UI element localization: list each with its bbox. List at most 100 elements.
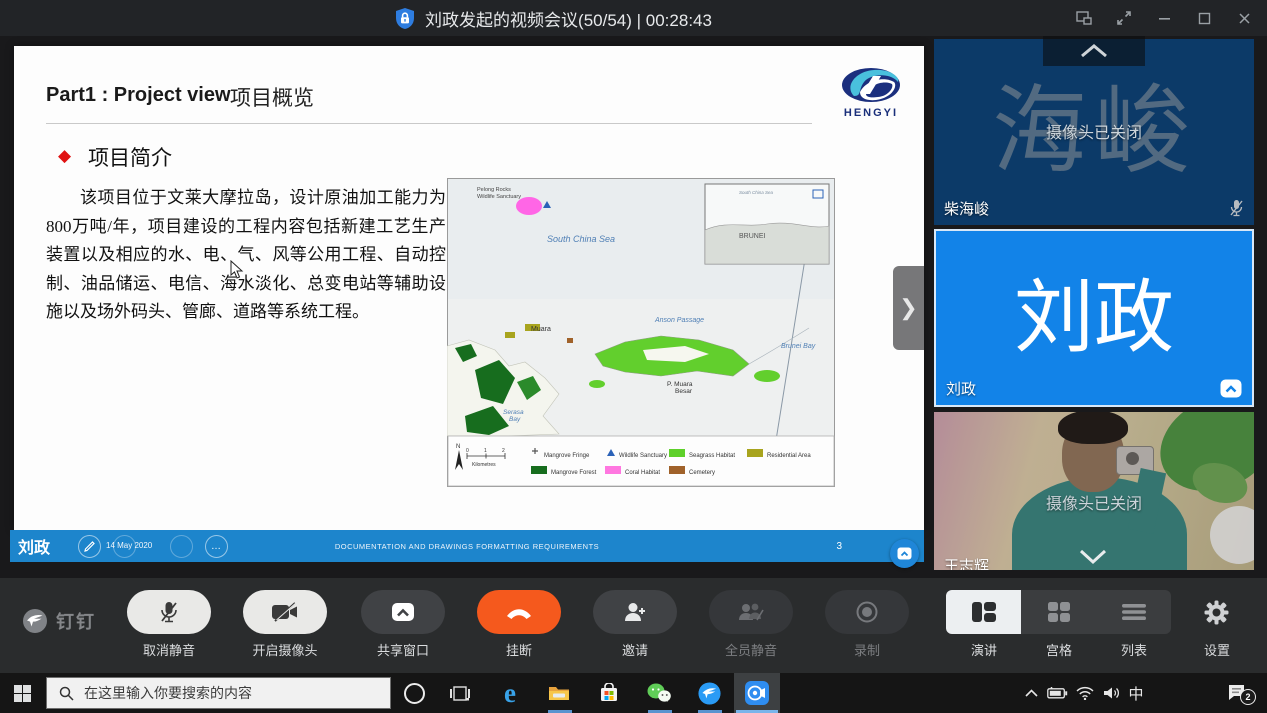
view-grid-button[interactable] (1021, 590, 1096, 634)
ime-indicator[interactable]: 中 (1122, 673, 1150, 713)
presentation-footer: 刘政 14 May 2020 … DOCUMENTATION AND DRAWI… (10, 530, 924, 562)
battery-icon (1047, 687, 1068, 699)
map-label-serasa-2: Bay (509, 416, 521, 423)
minimize-icon[interactable] (1153, 7, 1175, 29)
edge-browser-button[interactable]: e (488, 673, 532, 713)
hangup-button[interactable] (477, 590, 561, 634)
taskbar-search-box[interactable]: 在这里输入你要搜索的内容 (46, 677, 391, 709)
dingtalk-app-button[interactable] (687, 673, 731, 713)
meeting-app-button[interactable] (734, 673, 780, 713)
hengyi-logo: HENGYI (836, 66, 906, 119)
share-window-button[interactable] (361, 590, 445, 634)
unmute-button[interactable] (127, 590, 211, 634)
file-explorer-button[interactable] (537, 673, 581, 713)
map-label-south-china-sea: South China Sea (547, 234, 615, 244)
participant-name: 刘政 (946, 378, 976, 399)
wechat-icon (647, 683, 671, 703)
map-label-brunei-bay: Brunei Bay (781, 343, 816, 350)
grid-view-icon (1047, 601, 1071, 623)
folder-icon (548, 684, 570, 702)
brunei-map: Pelong Rocks Wildlife Sanctuary South Ch… (447, 178, 835, 487)
titlebar: 刘政发起的视频会议(50/54) | 00:28:43 (0, 0, 1267, 36)
mic-muted-icon (1229, 199, 1244, 217)
fullscreen-icon[interactable] (1113, 7, 1135, 29)
view-list-button[interactable] (1096, 590, 1171, 634)
wechat-button[interactable] (637, 673, 681, 713)
slide-title-en: Part1 : Project view (46, 84, 231, 107)
store-icon (599, 683, 619, 703)
settings-label: 设置 (1157, 640, 1267, 659)
start-button[interactable] (0, 673, 44, 713)
map-inset-country-label: BRUNEI (739, 233, 766, 240)
legend-label: Residential Area (767, 453, 811, 459)
invite-label: 邀请 (575, 640, 695, 659)
ms-store-button[interactable] (587, 673, 631, 713)
participant-tile-wangzhihui[interactable]: 摄像头已关闭 王志辉 (934, 412, 1254, 570)
camera-off-status: 摄像头已关闭 (934, 490, 1254, 514)
camera-off-status: 摄像头已关闭 (934, 119, 1254, 143)
map-label-pelong-1: Pelong Rocks (477, 187, 511, 193)
secure-lock-icon (395, 7, 415, 30)
scroll-up-button[interactable] (1043, 36, 1145, 66)
hengyi-logo-icon (840, 66, 902, 104)
meeting-window: 刘政发起的视频会议(50/54) | 00:28:43 Part1 : Proj… (0, 0, 1267, 713)
hangup-phone-icon (505, 606, 533, 619)
scale-tick: 1 (484, 448, 487, 454)
mute-all-button[interactable] (709, 590, 793, 634)
mic-slash-icon (159, 600, 179, 624)
share-indicator-button[interactable] (890, 539, 919, 568)
scroll-down-icon[interactable] (1064, 546, 1122, 568)
action-center-button[interactable]: 2 (1218, 673, 1258, 713)
task-view-icon (450, 685, 470, 702)
cortana-icon (404, 683, 425, 704)
cortana-button[interactable] (392, 673, 436, 713)
next-slide-button[interactable]: ❯ (893, 266, 924, 350)
search-placeholder-text: 在这里输入你要搜索的内容 (84, 683, 252, 703)
chevron-up-icon (1025, 689, 1038, 697)
dingtalk-app-icon (698, 682, 721, 705)
speaker-icon (1103, 686, 1120, 700)
mute-all-label: 全员静音 (691, 640, 811, 659)
close-icon[interactable] (1233, 7, 1255, 29)
task-view-button[interactable] (438, 673, 482, 713)
screen-sharing-icon (1220, 379, 1242, 398)
bullet-diamond-icon: ◆ (58, 146, 71, 166)
invite-button[interactable] (593, 590, 677, 634)
scale-unit: Kilometres (472, 462, 496, 468)
pip-mode-icon[interactable] (1073, 7, 1095, 29)
slide-title-divider (46, 123, 812, 124)
legend-label: Coral Habitat (625, 470, 660, 476)
shared-slide: Part1 : Project view 项目概览 ◆ 项目简介 该项目位于文莱… (14, 46, 924, 530)
camera-on-button[interactable] (243, 590, 327, 634)
speaker-view-icon (971, 601, 997, 623)
share-window-label: 共享窗口 (343, 640, 463, 659)
meeting-app-icon (744, 680, 770, 706)
maximize-icon[interactable] (1193, 7, 1215, 29)
dingtalk-logo-icon (22, 608, 48, 634)
map-label-muara: Muara (531, 326, 551, 333)
unmute-label: 取消静音 (109, 640, 229, 659)
camera-slash-icon (271, 602, 299, 622)
view-speaker-button[interactable] (946, 590, 1021, 634)
record-label: 录制 (807, 640, 927, 659)
gear-icon (1204, 600, 1229, 625)
dingtalk-logo: 钉钉 (22, 608, 96, 634)
meeting-toolbar: 钉钉 取消静音 开启摄像头 (0, 578, 1267, 673)
slide-body-text: 该项目位于文莱大摩拉岛，设计原油加工能力为800万吨/年，项目建设的工程内容包括… (46, 184, 446, 327)
battery-status-icon[interactable] (1042, 673, 1072, 713)
participant-tile-chaihaijun[interactable]: 海峻 摄像头已关闭 柴海峻 (934, 39, 1254, 225)
map-label-p-muara-2: Besar (675, 388, 693, 395)
invite-person-icon (623, 601, 647, 623)
participant-name: 王志辉 (944, 555, 989, 570)
slide-footer-doc-title: DOCUMENTATION AND DRAWINGS FORMATTING RE… (10, 542, 924, 551)
notification-badge: 2 (1240, 689, 1256, 705)
map-north-label: N (456, 444, 460, 450)
legend-label: Mangrove Fringe (544, 453, 590, 459)
participant-tile-liuzheng[interactable]: 刘政 刘政 (934, 229, 1254, 407)
legend-label: Mangrove Forest (551, 470, 597, 476)
share-window-icon (391, 602, 415, 622)
record-button[interactable] (825, 590, 909, 634)
camera-on-label: 开启摄像头 (225, 640, 345, 659)
search-icon (59, 686, 74, 701)
settings-button[interactable] (1204, 600, 1230, 626)
